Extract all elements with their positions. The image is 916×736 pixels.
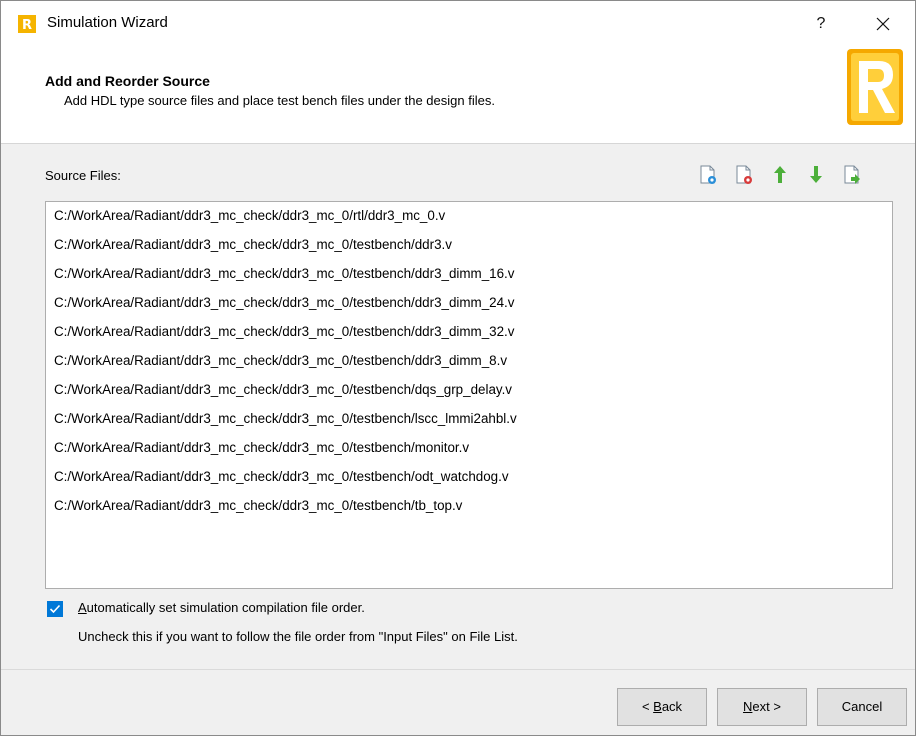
back-button[interactable]: < Back xyxy=(617,688,707,726)
add-file-button[interactable] xyxy=(695,161,721,189)
back-rest: ack xyxy=(661,699,683,714)
move-down-icon xyxy=(810,166,822,183)
export-file-icon xyxy=(844,165,860,184)
auto-order-label[interactable]: Automatically set simulation compilation… xyxy=(78,600,365,615)
radiant-app-icon: R xyxy=(18,15,36,33)
page-title: Add and Reorder Source xyxy=(45,73,210,89)
next-rest: ext > xyxy=(752,699,781,714)
auto-order-hint: Uncheck this if you want to follow the f… xyxy=(78,629,518,644)
svg-text:R: R xyxy=(22,18,32,33)
source-files-label: Source Files: xyxy=(45,168,121,183)
title-bar: R Simulation Wizard ? xyxy=(1,1,915,47)
list-item[interactable]: C:/WorkArea/Radiant/ddr3_mc_check/ddr3_m… xyxy=(54,204,445,228)
list-item[interactable]: C:/WorkArea/Radiant/ddr3_mc_check/ddr3_m… xyxy=(54,262,514,286)
add-file-icon xyxy=(700,165,716,184)
list-item[interactable]: C:/WorkArea/Radiant/ddr3_mc_check/ddr3_m… xyxy=(54,320,514,344)
move-up-icon xyxy=(774,166,786,183)
list-item[interactable]: C:/WorkArea/Radiant/ddr3_mc_check/ddr3_m… xyxy=(54,465,509,489)
close-icon xyxy=(876,17,890,31)
page-subtitle: Add HDL type source files and place test… xyxy=(64,93,495,108)
close-button[interactable] xyxy=(853,1,913,47)
remove-file-icon xyxy=(736,165,752,184)
footer-divider xyxy=(1,669,915,670)
list-item[interactable]: C:/WorkArea/Radiant/ddr3_mc_check/ddr3_m… xyxy=(54,233,452,257)
wizard-header: Add and Reorder Source Add HDL type sour… xyxy=(1,47,915,144)
source-file-list[interactable]: C:/WorkArea/Radiant/ddr3_mc_check/ddr3_m… xyxy=(45,201,893,589)
auto-order-text: utomatically set simulation compilation … xyxy=(86,600,365,615)
list-item[interactable]: C:/WorkArea/Radiant/ddr3_mc_check/ddr3_m… xyxy=(54,494,462,518)
simulation-wizard-dialog: R Simulation Wizard ? Add and Reorder So… xyxy=(0,0,916,736)
cancel-button[interactable]: Cancel xyxy=(817,688,907,726)
next-accel: N xyxy=(743,699,753,714)
help-button[interactable]: ? xyxy=(791,1,851,47)
auto-order-accel: A xyxy=(78,600,87,615)
remove-file-button[interactable] xyxy=(731,161,757,189)
list-item[interactable]: C:/WorkArea/Radiant/ddr3_mc_check/ddr3_m… xyxy=(54,378,512,402)
radiant-logo-icon xyxy=(847,45,903,129)
list-item[interactable]: C:/WorkArea/Radiant/ddr3_mc_check/ddr3_m… xyxy=(54,291,514,315)
list-item[interactable]: C:/WorkArea/Radiant/ddr3_mc_check/ddr3_m… xyxy=(54,349,507,373)
back-prefix: < xyxy=(641,699,654,714)
checkmark-icon xyxy=(49,604,61,614)
window-title: Simulation Wizard xyxy=(47,14,168,31)
move-down-button[interactable] xyxy=(803,161,829,189)
move-up-button[interactable] xyxy=(767,161,793,189)
next-button[interactable]: Next > xyxy=(717,688,807,726)
list-item[interactable]: C:/WorkArea/Radiant/ddr3_mc_check/ddr3_m… xyxy=(54,407,517,431)
back-accel: B xyxy=(653,699,662,714)
list-item[interactable]: C:/WorkArea/Radiant/ddr3_mc_check/ddr3_m… xyxy=(54,436,469,460)
export-file-button[interactable] xyxy=(839,161,865,189)
auto-order-checkbox[interactable] xyxy=(47,601,63,617)
